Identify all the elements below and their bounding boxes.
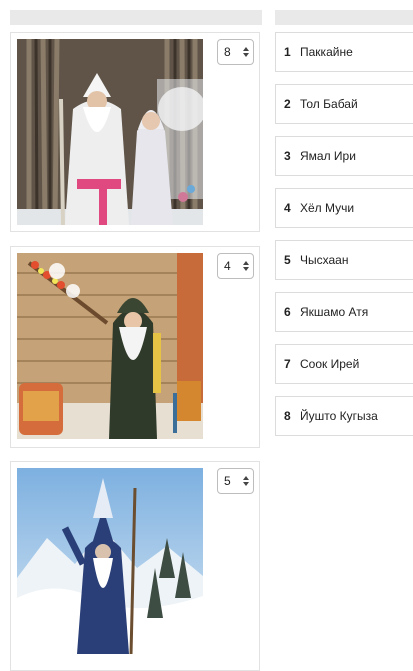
card-photo-2 [17,253,203,439]
list-item-6: 6 Якшамо Атя [275,292,413,332]
chevron-up-down-icon [243,261,249,271]
list-item-number: 4 [284,201,291,215]
list-item-label: Хёл Мучи [300,201,355,215]
select-value: 4 [224,259,231,273]
list-item-number: 2 [284,97,291,111]
position-select-3[interactable]: 5 [217,468,254,494]
list-item-number: 6 [284,305,291,319]
image-card-2: 4 [10,246,260,448]
image-card-3: 5 [10,461,260,671]
position-select-1[interactable]: 8 [217,39,254,65]
list-item-8: 8 Йушто Кугыза [275,396,413,436]
card-photo-1 [17,39,203,225]
list-item-number: 1 [284,45,291,59]
list-item-label: Йушто Кугыза [300,409,378,423]
list-item-number: 7 [284,357,291,371]
list-item-label: Соок Ирей [300,357,360,371]
select-value: 5 [224,474,231,488]
position-select-2[interactable]: 4 [217,253,254,279]
left-column-header [10,10,262,25]
list-item-label: Якшамо Атя [300,305,369,319]
list-item-1: 1 Паккайне [275,32,413,72]
list-item-label: Тол Бабай [300,97,358,111]
list-item-number: 3 [284,149,291,163]
right-column-header [275,10,413,25]
image-card-1: 8 [10,32,260,232]
list-item-2: 2 Тол Бабай [275,84,413,124]
list-item-number: 5 [284,253,291,267]
chevron-up-down-icon [243,47,249,57]
card-photo-3 [17,468,203,654]
list-item-number: 8 [284,409,291,423]
list-item-7: 7 Соок Ирей [275,344,413,384]
chevron-up-down-icon [243,476,249,486]
list-item-3: 3 Ямал Ири [275,136,413,176]
list-item-4: 4 Хёл Мучи [275,188,413,228]
list-item-label: Паккайне [300,45,353,59]
list-item-label: Ямал Ири [300,149,356,163]
list-item-label: Чысхаан [300,253,349,267]
select-value: 8 [224,45,231,59]
list-item-5: 5 Чысхаан [275,240,413,280]
